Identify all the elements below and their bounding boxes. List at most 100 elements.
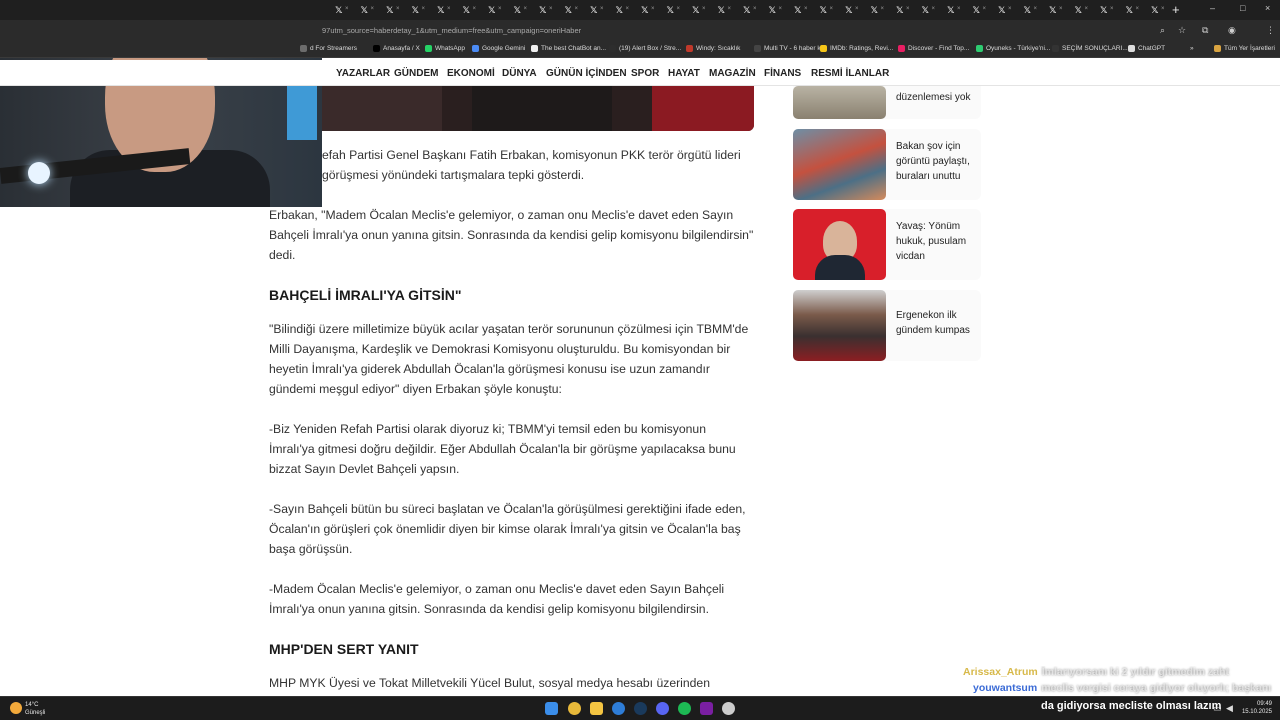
browser-tab[interactable]: 𝕏 × (1040, 0, 1066, 20)
spotify-icon[interactable] (678, 702, 691, 715)
browser-tab[interactable]: 𝕏 × (989, 0, 1015, 20)
nav-ekonomi[interactable]: EKONOMİ (447, 68, 495, 79)
tab-close-icon[interactable]: × (549, 6, 553, 12)
nav-spor[interactable]: SPOR (631, 68, 659, 79)
related-news-item[interactable]: Bakan şov için görüntü paylaştı, buralar… (793, 129, 981, 200)
nav-yazarlar[interactable]: YAZARLAR (336, 68, 390, 79)
browser-tab[interactable]: 𝕏 × (760, 0, 786, 20)
browser-tab[interactable]: 𝕏 × (734, 0, 760, 20)
bookmark-item[interactable]: Multi TV - 6 haber k... (754, 45, 826, 52)
nav-hayat[interactable]: HAYAT (668, 68, 700, 79)
browser-tab[interactable]: 𝕏 × (403, 0, 429, 20)
tab-close-icon[interactable]: × (370, 6, 374, 12)
tab-close-icon[interactable]: × (931, 6, 935, 12)
bookmarks-overflow-button[interactable]: » (1190, 45, 1194, 52)
all-bookmarks-button[interactable]: Tüm Yer İşaretleri (1214, 45, 1275, 52)
nav-dunya[interactable]: DÜNYA (502, 68, 537, 79)
tab-close-icon[interactable]: × (855, 6, 859, 12)
browser-tab[interactable]: 𝕏 × (709, 0, 735, 20)
tab-close-icon[interactable]: × (1084, 6, 1088, 12)
tab-close-icon[interactable]: × (1008, 6, 1012, 12)
edge-icon[interactable] (612, 702, 625, 715)
volume-icon[interactable]: ◀ (1226, 703, 1233, 714)
tab-close-icon[interactable]: × (396, 6, 400, 12)
star-icon[interactable]: ☆ (1178, 25, 1186, 36)
system-clock[interactable]: 09:49 15.10.2025 (1240, 700, 1272, 716)
windows-start-icon[interactable] (545, 702, 558, 715)
tab-close-icon[interactable]: × (753, 6, 757, 12)
bookmark-item[interactable]: The best ChatBot an... (531, 45, 606, 52)
game-app-icon[interactable] (722, 702, 735, 715)
minimize-button[interactable]: – (1210, 3, 1215, 13)
tab-close-icon[interactable]: × (804, 6, 808, 12)
browser-tab[interactable]: 𝕏 × (1117, 0, 1143, 20)
browser-tab[interactable]: 𝕏 × (683, 0, 709, 20)
network-icon[interactable]: ▭ (1213, 703, 1222, 714)
tab-close-icon[interactable]: × (498, 6, 502, 12)
browser-tab[interactable]: 𝕏 × (836, 0, 862, 20)
browser-tab[interactable]: 𝕏 × (658, 0, 684, 20)
nav-gundem[interactable]: GÜNDEM (394, 68, 438, 79)
browser-tab[interactable]: 𝕏 × (454, 0, 480, 20)
bookmark-item[interactable]: Discover - Find Top... (898, 45, 969, 52)
browser-tab[interactable]: 𝕏 × (581, 0, 607, 20)
new-tab-button[interactable]: + (1172, 2, 1180, 17)
tab-close-icon[interactable]: × (1033, 6, 1037, 12)
tab-close-icon[interactable]: × (1135, 6, 1139, 12)
bookmark-item[interactable]: IMDb: Ratings, Revi... (820, 45, 893, 52)
browser-tab[interactable]: 𝕏 × (1015, 0, 1041, 20)
related-news-item[interactable]: düzenlemesi yok (793, 86, 981, 119)
nav-gunun-icinden[interactable]: GÜNÜN İÇİNDEN (546, 68, 627, 79)
chrome-icon[interactable] (568, 702, 581, 715)
tab-close-icon[interactable]: × (600, 6, 604, 12)
browser-tab[interactable]: 𝕏 × (785, 0, 811, 20)
browser-tab[interactable]: 𝕏 × (326, 0, 352, 20)
steam-icon[interactable] (634, 702, 647, 715)
tab-close-icon[interactable]: × (727, 6, 731, 12)
tab-close-icon[interactable]: × (829, 6, 833, 12)
browser-tab[interactable]: 𝕏 × (556, 0, 582, 20)
obs-icon[interactable] (700, 702, 713, 715)
tab-close-icon[interactable]: × (1110, 6, 1114, 12)
browser-tab[interactable]: 𝕏 × (913, 0, 939, 20)
bookmark-item[interactable]: Anasayfa / X (373, 45, 420, 52)
tab-close-icon[interactable]: × (702, 6, 706, 12)
browser-tab[interactable]: 𝕏 × (607, 0, 633, 20)
tab-close-icon[interactable]: × (778, 6, 782, 12)
tab-close-icon[interactable]: × (421, 6, 425, 12)
browser-tab[interactable]: 𝕏 × (377, 0, 403, 20)
bookmark-item[interactable]: d For Streamers (300, 45, 357, 52)
tab-close-icon[interactable]: × (345, 6, 349, 12)
browser-tab[interactable]: 𝕏 × (1066, 0, 1092, 20)
browser-tab[interactable]: 𝕏 × (964, 0, 990, 20)
close-window-button[interactable]: × (1265, 3, 1270, 13)
bookmark-item[interactable]: Windy: Sıcaklık (686, 45, 740, 52)
bookmark-item[interactable]: (19) Alert Box / Stre... (609, 45, 681, 52)
browser-tab[interactable]: 𝕏 × (479, 0, 505, 20)
tab-close-icon[interactable]: × (676, 6, 680, 12)
tab-close-icon[interactable]: × (982, 6, 986, 12)
browser-tab[interactable]: 𝕏 × (811, 0, 837, 20)
nav-magazin[interactable]: MAGAZİN (709, 68, 756, 79)
browser-tab[interactable]: 𝕏 × (352, 0, 378, 20)
browser-tab[interactable]: 𝕏 × (632, 0, 658, 20)
browser-tab[interactable]: 𝕏 × (1142, 0, 1168, 20)
url-field[interactable]: 97utm_source=haberdetay_1&utm_medium=fre… (322, 26, 581, 35)
bookmark-item[interactable]: ChatGPT (1128, 45, 1165, 52)
profile-icon[interactable]: ◉ (1228, 25, 1236, 36)
nav-resmi-ilanlar[interactable]: RESMİ İLANLAR (811, 68, 889, 79)
nav-finans[interactable]: FİNANS (764, 68, 801, 79)
tab-close-icon[interactable]: × (472, 6, 476, 12)
bookmark-item[interactable]: WhatsApp (425, 45, 465, 52)
bookmark-item[interactable]: SEÇİM SONUÇLARI... (1052, 45, 1128, 52)
tab-close-icon[interactable]: × (906, 6, 910, 12)
tab-close-icon[interactable]: × (1059, 6, 1063, 12)
file-explorer-icon[interactable] (590, 702, 603, 715)
extensions-icon[interactable]: ⧉ (1202, 25, 1208, 36)
browser-tab[interactable]: 𝕏 × (1091, 0, 1117, 20)
related-news-item[interactable]: Yavaş: Yönüm hukuk, pusulam vicdan (793, 209, 981, 280)
menu-icon[interactable]: ⋮ (1266, 25, 1275, 36)
tab-close-icon[interactable]: × (574, 6, 578, 12)
browser-tab[interactable]: 𝕏 × (530, 0, 556, 20)
tab-close-icon[interactable]: × (880, 6, 884, 12)
